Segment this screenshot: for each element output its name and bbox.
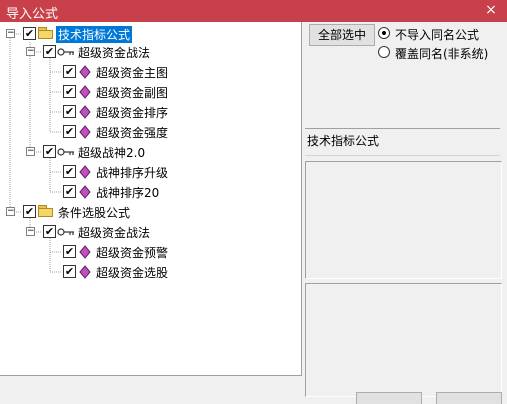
close-icon[interactable]: × (483, 2, 499, 18)
tree-node-label: 条件选股公式 (58, 206, 131, 220)
tree-node-formula-group[interactable]: − ✔ 超级资金战法 (0, 223, 300, 241)
preview-panel (305, 283, 502, 397)
formula-diamond-icon (79, 265, 91, 279)
tree-checkbox[interactable]: ✔ (63, 185, 76, 198)
tree-node-label: 超级资金战法 (78, 46, 151, 60)
tree-checkbox[interactable]: ✔ (43, 145, 56, 158)
tree-node-label: 超级资金战法 (78, 226, 151, 240)
tree-node-formula-group[interactable]: − ✔ 超级资金战法 (0, 43, 300, 61)
tree-node-label: 技术指标公式 (56, 26, 133, 43)
tree-node-label: 战神排序20 (96, 186, 160, 200)
formula-diamond-icon (79, 125, 91, 139)
tree-node-label: 超级资金副图 (96, 86, 169, 100)
tree-checkbox[interactable]: ✔ (63, 65, 76, 78)
radio-label: 不导入同名公式 (395, 28, 480, 42)
collapse-icon[interactable]: − (6, 29, 15, 38)
tree-node-formula[interactable]: ✔ 超级资金强度 (0, 123, 300, 141)
selected-category-text: 技术指标公式 (307, 134, 380, 148)
tree-checkbox[interactable]: ✔ (63, 105, 76, 118)
folder-icon (38, 205, 54, 217)
tree-node-formula[interactable]: ✔ 超级资金预警 (0, 243, 300, 261)
tree-node-formula[interactable]: ✔ 战神排序20 (0, 183, 300, 201)
radio-overwrite-duplicates[interactable]: 覆盖同名(非系统) (378, 44, 503, 61)
key-icon (57, 228, 74, 236)
folder-icon (38, 27, 54, 39)
formula-diamond-icon (79, 165, 91, 179)
title-bar: 导入公式 × (0, 0, 507, 22)
radio-label: 覆盖同名(非系统) (395, 47, 489, 61)
tree-node-technical-indicators[interactable]: − ✔ 技术指标公式 (0, 25, 300, 43)
tree-node-label: 超级资金主图 (96, 66, 169, 80)
collapse-icon[interactable]: − (26, 47, 35, 56)
radio-button[interactable] (378, 46, 390, 58)
tree-node-formula[interactable]: ✔ 超级资金主图 (0, 63, 300, 81)
tree-checkbox[interactable]: ✔ (43, 45, 56, 58)
formula-diamond-icon (79, 85, 91, 99)
tree-node-formula[interactable]: ✔ 战神排序升级 (0, 163, 300, 181)
selected-info-box: 技术指标公式 (305, 128, 500, 156)
window-title: 导入公式 (6, 7, 59, 22)
collapse-icon[interactable]: − (26, 227, 35, 236)
select-all-button[interactable]: 全部选中 (309, 24, 375, 46)
tree-node-label: 超级资金排序 (96, 106, 169, 120)
tree-node-label: 超级战神2.0 (78, 146, 146, 160)
description-panel (305, 161, 502, 279)
formula-diamond-icon (79, 185, 91, 199)
tree-checkbox[interactable]: ✔ (63, 165, 76, 178)
tree-checkbox[interactable]: ✔ (63, 85, 76, 98)
tree-node-formula[interactable]: ✔ 超级资金选股 (0, 263, 300, 281)
tree-checkbox[interactable]: ✔ (43, 225, 56, 238)
key-icon (57, 148, 74, 156)
formula-tree[interactable]: − ✔ 技术指标公式 − ✔ 超级资金战法 ✔ 超级资金主图 ✔ 超级资金副图 … (0, 22, 302, 376)
collapse-icon[interactable]: − (6, 207, 15, 216)
cancel-button[interactable] (436, 392, 502, 404)
tree-node-formula[interactable]: ✔ 超级资金副图 (0, 83, 300, 101)
tree-node-stock-screening[interactable]: − ✔ 条件选股公式 (0, 203, 300, 221)
ok-button[interactable] (356, 392, 422, 404)
radio-button[interactable] (378, 27, 390, 39)
formula-diamond-icon (79, 65, 91, 79)
tree-node-label: 战神排序升级 (96, 166, 169, 180)
radio-skip-duplicates[interactable]: 不导入同名公式 (378, 25, 503, 42)
formula-diamond-icon (79, 245, 91, 259)
tree-checkbox[interactable]: ✔ (23, 205, 36, 218)
tree-checkbox[interactable]: ✔ (23, 27, 36, 40)
collapse-icon[interactable]: − (26, 147, 35, 156)
tree-node-label: 超级资金预警 (96, 246, 169, 260)
tree-checkbox[interactable]: ✔ (63, 125, 76, 138)
tree-node-label: 超级资金选股 (96, 266, 169, 280)
tree-node-label: 超级资金强度 (96, 126, 169, 140)
tree-checkbox[interactable]: ✔ (63, 245, 76, 258)
formula-diamond-icon (79, 105, 91, 119)
tree-node-formula-group[interactable]: − ✔ 超级战神2.0 (0, 143, 300, 161)
tree-checkbox[interactable]: ✔ (63, 265, 76, 278)
tree-node-formula[interactable]: ✔ 超级资金排序 (0, 103, 300, 121)
key-icon (57, 48, 74, 56)
